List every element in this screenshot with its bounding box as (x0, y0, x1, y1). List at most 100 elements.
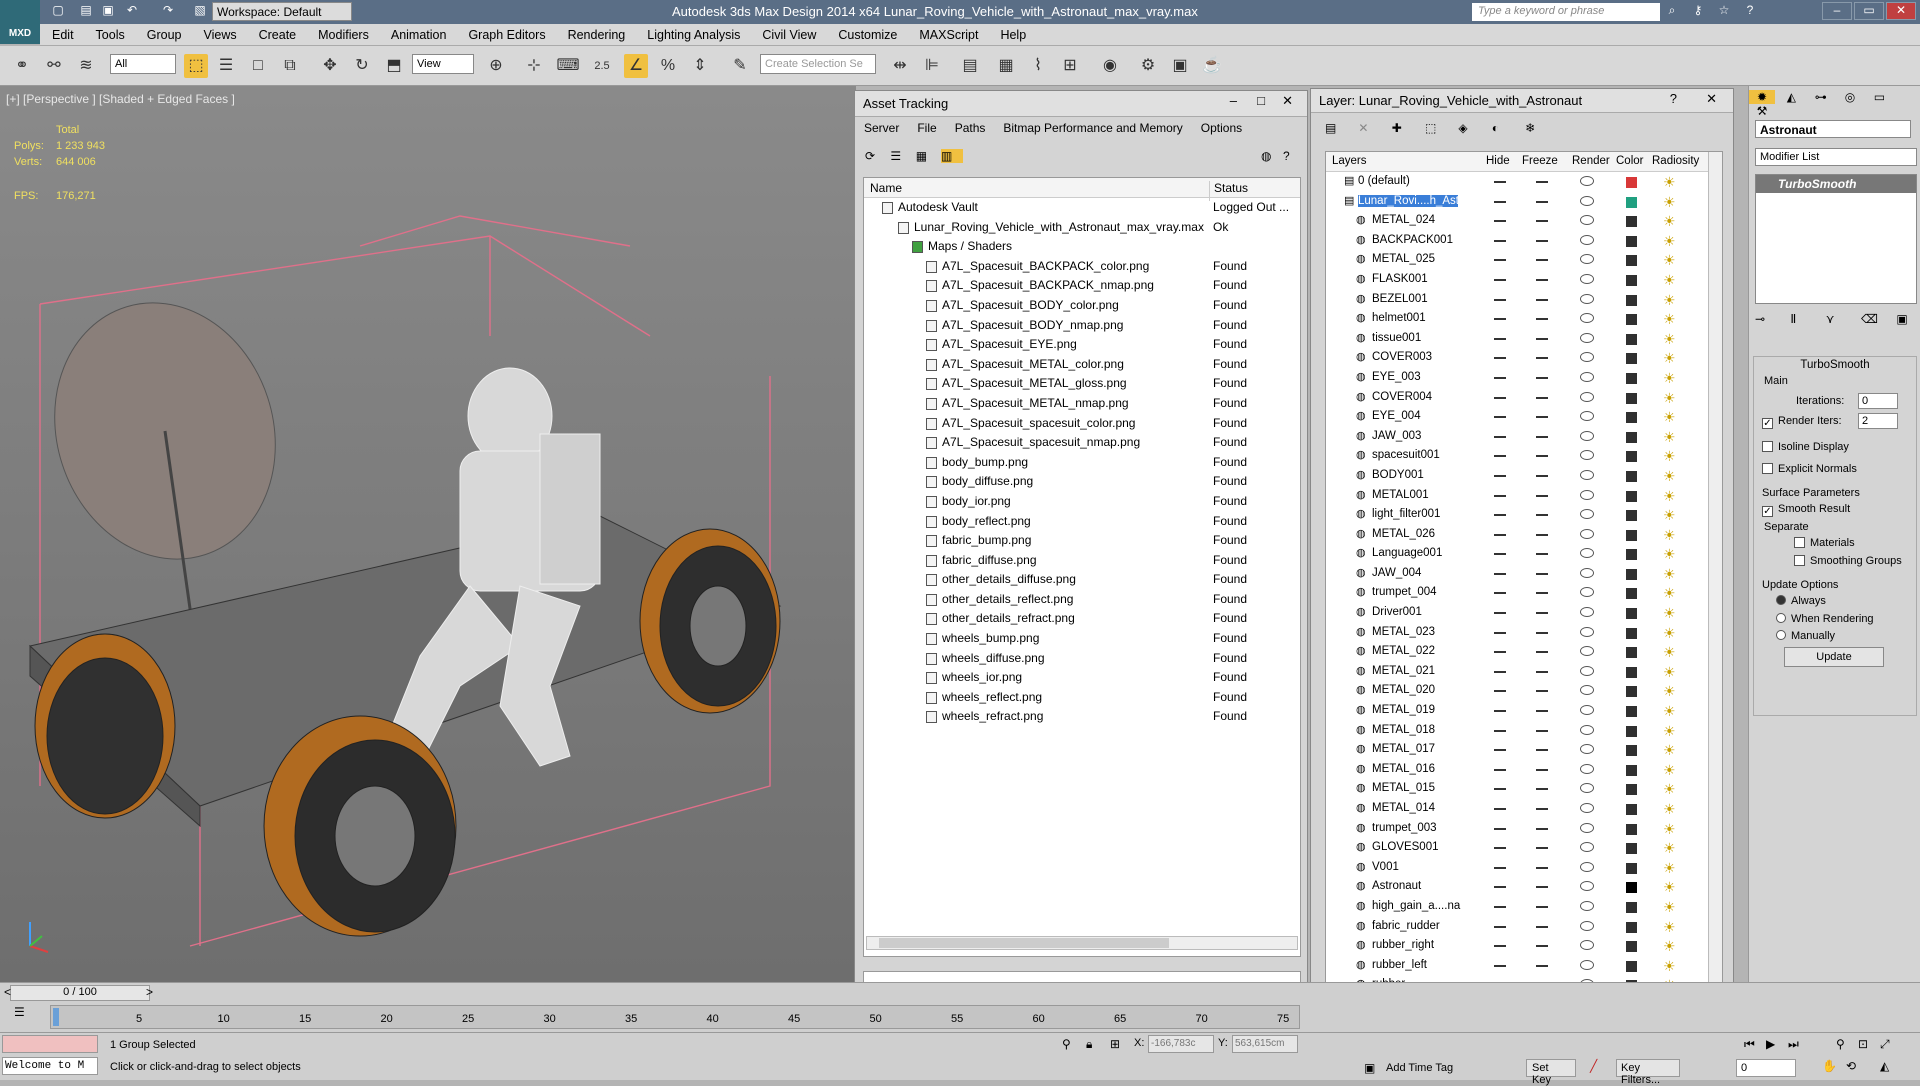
asset-row[interactable]: fabric_diffuse.png Found (864, 551, 1300, 571)
hide-toggle[interactable] (1494, 749, 1506, 752)
layer-help-icon[interactable]: ? (1670, 91, 1677, 106)
display-tab-icon[interactable]: ▭ (1866, 90, 1892, 104)
render-teapot-icon[interactable] (1580, 626, 1594, 637)
key-icon[interactable]: ⚷ (1690, 3, 1706, 19)
add-to-layer-icon[interactable]: ✚ (1392, 121, 1422, 135)
layer-row[interactable]: ◍ Astronaut ☀ (1326, 877, 1722, 897)
layer-row[interactable]: ◍ METAL_022 ☀ (1326, 642, 1722, 662)
next-frame-icon[interactable]: ⏭ (1788, 1037, 1799, 1052)
current-frame-field[interactable]: 0 (1736, 1059, 1796, 1077)
render-teapot-icon[interactable] (1580, 254, 1594, 265)
render-teapot-icon[interactable] (1580, 195, 1594, 206)
redo-icon[interactable]: ↷ (160, 3, 176, 19)
layer-row[interactable]: ◍ METAL_025 ☀ (1326, 250, 1722, 270)
render-teapot-icon[interactable] (1580, 548, 1594, 559)
render-teapot-icon[interactable] (1580, 861, 1594, 872)
set-key-mode-icon[interactable]: ╱ (1590, 1059, 1597, 1073)
asset-horizontal-scrollbar[interactable] (866, 936, 1298, 950)
layer-color-swatch[interactable] (1626, 274, 1637, 286)
render-teapot-icon[interactable] (1580, 763, 1594, 774)
vault-icon[interactable]: ◍ (1261, 149, 1283, 163)
render-teapot-icon[interactable] (1580, 607, 1594, 618)
layer-color-swatch[interactable] (1626, 921, 1637, 933)
freeze-toggle[interactable] (1536, 239, 1548, 242)
layer-row[interactable]: ◍ rubber_right ☀ (1326, 936, 1722, 956)
render-teapot-icon[interactable] (1580, 959, 1594, 970)
freeze-toggle[interactable] (1536, 259, 1548, 262)
name-column-header[interactable]: Name (870, 181, 902, 195)
close-button[interactable]: ✕ (1886, 2, 1916, 20)
hide-toggle[interactable] (1494, 670, 1506, 673)
render-column-header[interactable]: Render (1572, 155, 1610, 167)
motion-tab-icon[interactable]: ◎ (1837, 90, 1863, 104)
radiosity-icon[interactable]: ☀ (1663, 448, 1679, 464)
pivot-center-icon[interactable]: ⊕ (484, 54, 508, 78)
layer-color-swatch[interactable] (1626, 568, 1637, 580)
layer-row[interactable]: ◍ COVER004 ☀ (1326, 388, 1722, 408)
layer-manager-titlebar[interactable]: Layer: Lunar_Roving_Vehicle_with_Astrona… (1311, 89, 1733, 113)
edit-named-selection-icon[interactable]: ✎ (728, 54, 752, 78)
render-teapot-icon[interactable] (1580, 724, 1594, 735)
maxscript-listener[interactable] (2, 1035, 98, 1053)
hide-toggle[interactable] (1494, 808, 1506, 810)
configure-sets-icon[interactable]: ▣ (1896, 312, 1916, 326)
menu-graph-editors[interactable]: Graph Editors (456, 24, 555, 42)
render-teapot-icon[interactable] (1580, 803, 1594, 813)
save-icon[interactable]: ▣ (100, 3, 116, 19)
asset-row[interactable]: body_diffuse.png Found (864, 472, 1300, 492)
modify-tab-icon[interactable]: ◭ (1778, 90, 1804, 104)
bind-spacewarp-icon[interactable]: ≋ (74, 54, 98, 78)
named-selection-dropdown[interactable]: Create Selection Se (760, 54, 876, 74)
asset-row[interactable]: A7L_Spacesuit_METAL_color.png Found (864, 355, 1300, 375)
asset-row[interactable]: body_bump.png Found (864, 453, 1300, 473)
freeze-toggle[interactable] (1536, 964, 1548, 967)
zoom-extents-icon[interactable]: ⊡ (1858, 1037, 1868, 1051)
hide-toggle[interactable] (1494, 376, 1506, 379)
render-teapot-icon[interactable] (1580, 430, 1594, 441)
layer-color-swatch[interactable] (1626, 177, 1637, 188)
freeze-toggle[interactable] (1536, 847, 1548, 850)
layer-color-swatch[interactable] (1626, 588, 1637, 600)
key-filters-button[interactable]: Key Filters... (1616, 1059, 1680, 1086)
select-in-layer-icon[interactable]: ⬚ (1425, 121, 1455, 135)
align-icon[interactable]: ⊫ (920, 54, 944, 78)
time-slider[interactable]: 0 / 100 (10, 985, 150, 1001)
stack-item-turbosmooth[interactable]: TurboSmooth (1756, 175, 1916, 193)
app-logo[interactable]: MXD (0, 0, 40, 44)
asset-row[interactable]: A7L_Spacesuit_spacesuit_color.png Found (864, 414, 1300, 434)
layer-color-swatch[interactable] (1626, 706, 1637, 718)
render-teapot-icon[interactable] (1580, 744, 1594, 755)
freeze-toggle[interactable] (1536, 337, 1548, 340)
render-teapot-icon[interactable] (1580, 528, 1594, 539)
asset-row[interactable]: A7L_Spacesuit_BACKPACK_nmap.png Found (864, 276, 1300, 296)
radiosity-icon[interactable]: ☀ (1663, 174, 1679, 190)
asset-row[interactable]: wheels_bump.png Found (864, 629, 1300, 649)
layer-color-swatch[interactable] (1626, 862, 1637, 874)
radiosity-icon[interactable]: ☀ (1663, 527, 1679, 543)
freeze-toggle[interactable] (1536, 592, 1548, 595)
radiosity-icon[interactable]: ☀ (1663, 566, 1679, 582)
layer-row[interactable]: ◍ BEZEL001 ☀ (1326, 290, 1722, 310)
render-teapot-icon[interactable] (1580, 940, 1594, 951)
layer-row[interactable]: ◍ light_filter001 ☀ (1326, 505, 1722, 525)
freeze-toggle[interactable] (1536, 670, 1548, 673)
render-teapot-icon[interactable] (1580, 352, 1594, 363)
freeze-toggle[interactable] (1536, 200, 1548, 203)
freeze-toggle[interactable] (1536, 396, 1548, 399)
hide-toggle[interactable] (1494, 514, 1506, 517)
layer-row[interactable]: ◍ BODY001 ☀ (1326, 466, 1722, 486)
asset-menu-bitmap-performance-and-memory[interactable]: Bitmap Performance and Memory (994, 117, 1191, 139)
radiosity-icon[interactable]: ☀ (1663, 879, 1679, 895)
render-teapot-icon[interactable] (1580, 391, 1594, 402)
render-iters-checkbox[interactable]: ✓ Render Iters: (1762, 415, 1842, 429)
freeze-all-icon[interactable]: ❄ (1525, 121, 1555, 135)
hide-toggle[interactable] (1494, 964, 1506, 967)
rollout-title[interactable]: TurboSmooth (1754, 357, 1916, 373)
render-teapot-icon[interactable] (1580, 215, 1594, 226)
render-teapot-icon[interactable] (1580, 665, 1594, 676)
asset-menu-options[interactable]: Options (1192, 117, 1251, 139)
freeze-toggle[interactable] (1536, 220, 1548, 223)
maximize-viewport-icon[interactable]: ⤢ (1880, 1037, 1890, 1052)
utilities-tab-icon[interactable]: ⚒ (1749, 104, 1775, 118)
workspace-dropdown[interactable]: Workspace: Default (212, 2, 352, 21)
